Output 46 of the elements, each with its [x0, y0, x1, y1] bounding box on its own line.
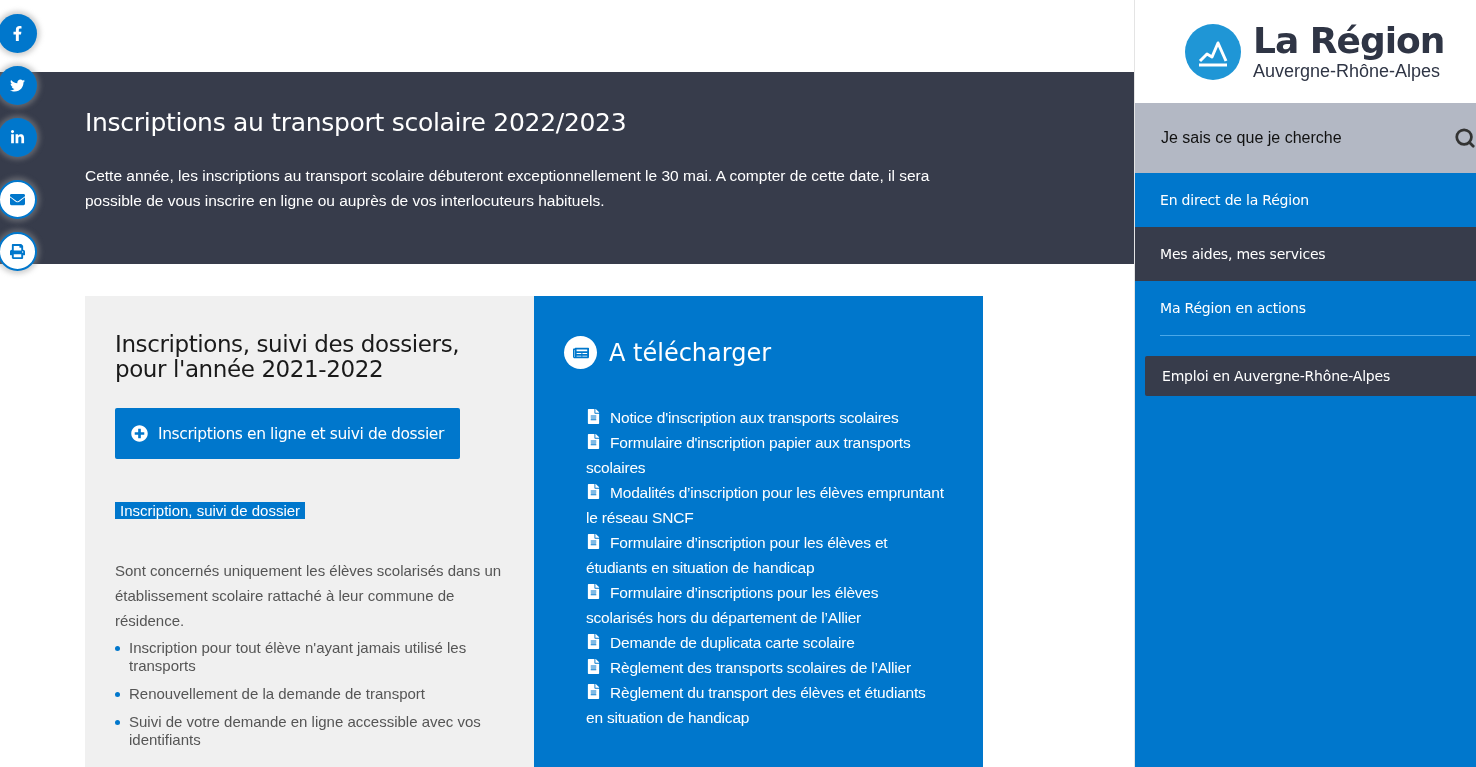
plus-icon: [131, 425, 148, 442]
file-icon: [586, 534, 601, 549]
download-link[interactable]: Formulaire d’inscription pour les élèves et étudiants en situation de handicap: [586, 530, 944, 580]
nav-item[interactable]: Mes aides, mes services: [1135, 227, 1476, 281]
bullet-text: Inscription pour tout élève n'ayant jamais utilisé les transports: [129, 639, 468, 675]
print-icon: [10, 244, 25, 259]
file-icon: [586, 684, 601, 699]
banner-title: Inscriptions au transport scolaire 2022/2023: [85, 108, 628, 137]
download-link[interactable]: Règlement des transports scolaires de l’Allier: [586, 655, 944, 680]
logo-subtitle: Auvergne-Rhône-Alpes: [1253, 60, 1442, 82]
search-icon[interactable]: [1454, 127, 1476, 149]
downloads-title: A télécharger: [609, 338, 772, 367]
highlighted-label: Inscription, suivi de dossier: [115, 502, 306, 519]
bullet-text: Suivi de votre demande en ligne accessible avec vos identifiants: [129, 713, 482, 749]
facebook-share-button[interactable]: [0, 14, 37, 53]
download-link[interactable]: Formulaire d'inscription papier aux transports scolaires: [586, 430, 944, 480]
registration-title: Inscriptions, suivi des dossiers, pour l'année 2021-2022: [115, 332, 461, 382]
newspaper-icon: [564, 336, 597, 369]
search-field[interactable]: Je sais ce que je cherche: [1159, 128, 1419, 148]
file-icon: [586, 409, 601, 424]
intro-text: Sont concernés uniquement les élèves scolarisés dans un établissement scolaire rattaché à leur commune de résidence.: [115, 561, 503, 631]
file-icon: [586, 584, 601, 599]
download-link[interactable]: Règlement du transport des élèves et étudiants en situation de handicap: [586, 680, 944, 730]
download-link[interactable]: Modalités d’inscription pour les élèves empruntant le réseau SNCF: [586, 480, 944, 530]
bullet-text: Renouvellement de la demande de transport: [129, 685, 426, 703]
bullet-icon: [115, 692, 120, 697]
logo-title: La Région: [1253, 21, 1445, 60]
bullet-icon: [115, 720, 120, 725]
mail-icon: [10, 192, 25, 207]
twitter-icon: [10, 78, 25, 93]
download-link[interactable]: Demande de duplicata carte scolaire: [586, 630, 944, 655]
banner-text: Cette année, les inscriptions au transport scolaire débuteront exceptionnellement le 30 mai. A compter de cette date, il sera possible de vous inscrire en ligne ou auprès de vos interlocuteurs habituels.: [85, 166, 931, 211]
file-icon: [586, 484, 601, 499]
file-icon: [586, 634, 601, 649]
mountain-logo-icon: [1185, 23, 1241, 80]
file-icon: [586, 659, 601, 674]
bullet-icon: [115, 646, 120, 651]
online-registration-button[interactable]: Inscriptions en ligne et suivi de dossier: [115, 408, 460, 459]
featured-link[interactable]: Emploi en Auvergne-Rhône-Alpes: [1145, 356, 1476, 396]
nav-item[interactable]: En direct de la Région: [1135, 173, 1476, 227]
file-icon: [586, 434, 601, 449]
nav-item[interactable]: Ma Région en actions: [1135, 281, 1476, 335]
download-link[interactable]: Formulaire d’inscriptions pour les élèves scolarisés hors du département de l’Allier: [586, 580, 944, 630]
linkedin-icon: [10, 130, 25, 145]
facebook-icon: [10, 26, 25, 41]
download-link[interactable]: Notice d'inscription aux transports scolaires: [586, 405, 944, 430]
